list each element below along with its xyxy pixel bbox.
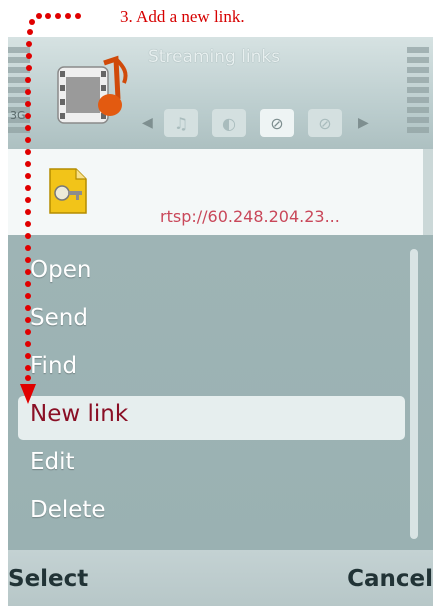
- annotation-caption: 3. Add a new link.: [120, 7, 245, 26]
- phone-screen: 3G Streaming links ◀ ♫ ◐ ⊘ ⊘ ▶ rtsp://60…: [8, 37, 433, 606]
- menu-item-find[interactable]: Find: [30, 353, 77, 379]
- film-music-app-icon: [57, 55, 128, 124]
- tab-left-arrow-icon[interactable]: ◀: [142, 115, 153, 131]
- menu-item-edit[interactable]: Edit: [30, 449, 75, 475]
- menu-item-delete[interactable]: Delete: [30, 497, 106, 523]
- softkey-bar: Select Cancel: [8, 550, 433, 606]
- link-url: rtsp://60.248.204.23...: [160, 207, 340, 226]
- tab-right-arrow-icon[interactable]: ▶: [358, 115, 369, 131]
- tab-microphone-icon[interactable]: ◐: [212, 109, 246, 137]
- tab-link-alt-icon[interactable]: ⊘: [308, 109, 342, 137]
- menu-item-open[interactable]: Open: [30, 257, 91, 283]
- menu-item-new-link[interactable]: New link: [30, 401, 128, 427]
- link-file-icon: [49, 168, 87, 214]
- tab-bar: ◀ ♫ ◐ ⊘ ⊘ ▶: [142, 109, 422, 139]
- options-menu: Open Send Find New link Edit Delete: [8, 235, 433, 550]
- menu-scrollbar[interactable]: [410, 249, 418, 539]
- app-title: Streaming links: [148, 47, 281, 67]
- tab-music-icon[interactable]: ♫: [164, 109, 198, 137]
- cancel-softkey[interactable]: Cancel: [347, 566, 433, 592]
- list-scrollbar[interactable]: [423, 149, 433, 235]
- tab-link-icon[interactable]: ⊘: [260, 109, 294, 137]
- app-header: 3G Streaming links ◀ ♫ ◐ ⊘ ⊘ ▶: [8, 37, 433, 149]
- list-item-streaming-link[interactable]: rtsp://60.248.204.23...: [8, 149, 423, 236]
- network-type-label: 3G: [10, 109, 26, 122]
- select-softkey[interactable]: Select: [8, 566, 88, 592]
- menu-item-send[interactable]: Send: [30, 305, 88, 331]
